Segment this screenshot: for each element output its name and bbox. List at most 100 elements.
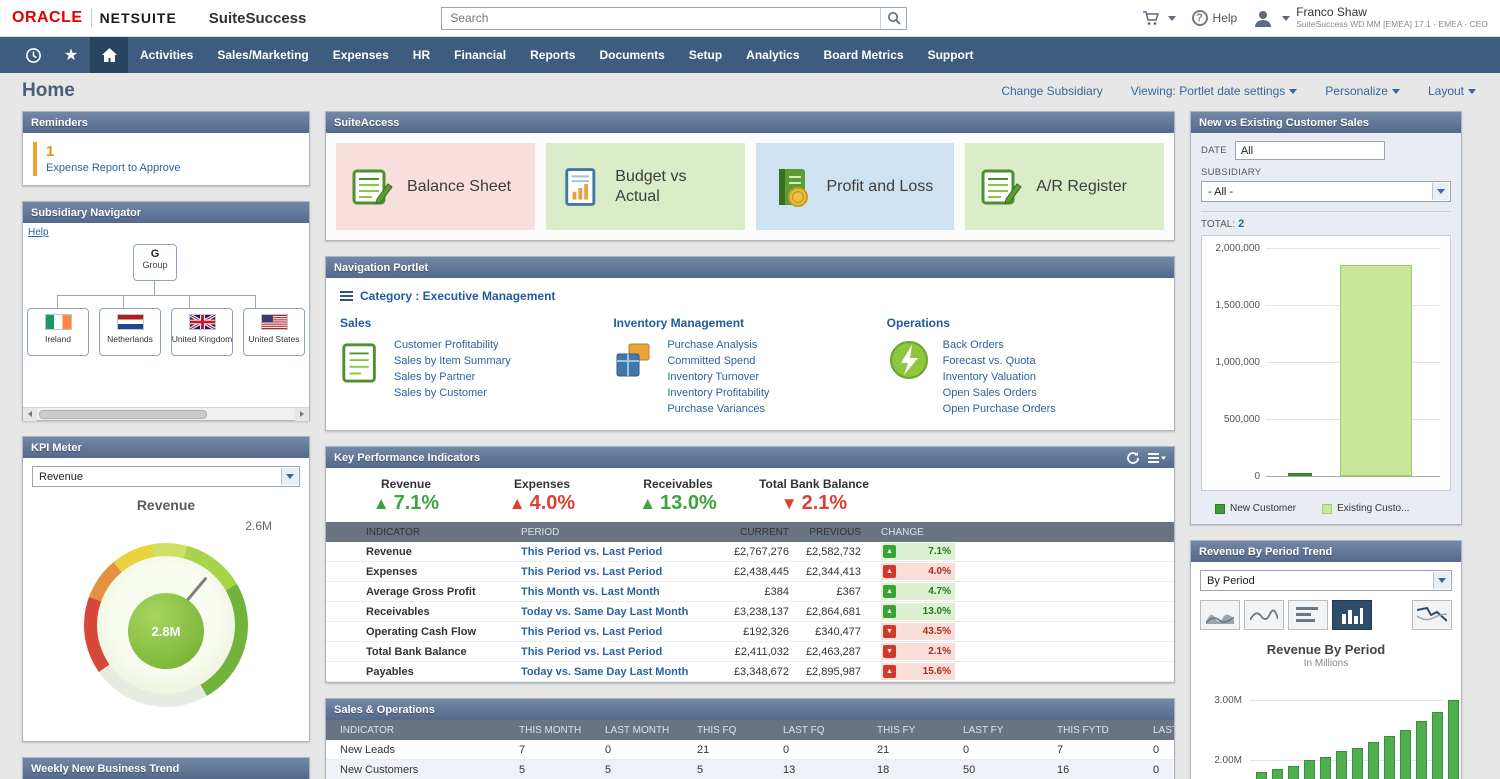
area-chart-type-icon[interactable] <box>1200 600 1240 630</box>
org-node-netherlands[interactable]: Netherlands <box>99 308 161 356</box>
subsidiary-label: SUBSIDIARY <box>1201 167 1451 178</box>
nav-analytics[interactable]: Analytics <box>734 37 811 73</box>
portlet-menu-icon[interactable] <box>1148 452 1166 464</box>
kpi-table-row: Operating Cash Flow This Period vs. Last… <box>326 622 1174 642</box>
caret-down-icon <box>1282 16 1290 21</box>
shortcuts-star-icon[interactable]: ★ <box>52 37 90 73</box>
category-selector[interactable]: Category : Executive Management <box>340 289 1160 303</box>
suiteaccess-header[interactable]: SuiteAccess <box>326 112 1174 133</box>
customer-sales-chart: 2,000,0001,500,0001,000,000500,0000 <box>1201 235 1451 491</box>
scroll-right-icon[interactable] <box>295 408 309 421</box>
link-purchase-variances[interactable]: Purchase Variances <box>667 402 769 417</box>
org-node-group[interactable]: G Group <box>133 244 177 281</box>
nav-financial[interactable]: Financial <box>442 37 518 73</box>
nav-sales-marketing[interactable]: Sales/Marketing <box>205 37 320 73</box>
help-button[interactable]: ? Help <box>1192 10 1238 26</box>
user-menu[interactable]: Franco Shaw SuiteSuccess WD MM [EMEA] 17… <box>1253 6 1488 30</box>
link-forecast-vs-quota[interactable]: Forecast vs. Quota <box>943 354 1056 369</box>
org-connector <box>57 295 58 308</box>
reminder-item[interactable]: 1 Expense Report to Approve <box>33 142 299 176</box>
nav-expenses[interactable]: Expenses <box>321 37 401 73</box>
kpi-meter-select[interactable]: Revenue <box>32 466 300 487</box>
reminders-portlet-header[interactable]: Reminders <box>23 112 309 133</box>
trend-bar <box>1416 721 1427 779</box>
kpi-summary-total-bank-balance[interactable]: Total Bank Balance ▼2.1% <box>746 477 882 515</box>
link-back-orders[interactable]: Back Orders <box>943 338 1056 353</box>
link-customer-profitability[interactable]: Customer Profitability <box>394 338 511 353</box>
new-vs-existing-header[interactable]: New vs Existing Customer Sales <box>1191 112 1461 133</box>
org-node-ireland[interactable]: Ireland <box>27 308 89 356</box>
weekly-trend-header[interactable]: Weekly New Business Trend <box>23 758 309 779</box>
link-inventory-profitability[interactable]: Inventory Profitability <box>667 386 769 401</box>
trend-arrow-icon: ▲ <box>373 495 390 512</box>
flag-us-icon <box>261 314 288 330</box>
recent-records-icon[interactable] <box>14 37 52 73</box>
scrollbar-thumb[interactable] <box>39 410 207 419</box>
tile-ar-register[interactable]: A/R Register <box>965 143 1164 230</box>
nav-documents[interactable]: Documents <box>587 37 676 73</box>
kpi-summary-receivables[interactable]: Receivables ▲13.0% <box>610 477 746 515</box>
cart-icon <box>1142 11 1160 26</box>
date-input[interactable] <box>1235 141 1385 160</box>
flag-ireland-icon <box>45 314 72 330</box>
personalize-link[interactable]: Personalize <box>1325 84 1400 98</box>
kpi-portlet-header[interactable]: Key Performance Indicators <box>326 447 1174 468</box>
nav-activities[interactable]: Activities <box>128 37 205 73</box>
tile-balance-sheet[interactable]: Balance Sheet <box>336 143 535 230</box>
hbar-chart-type-icon[interactable] <box>1288 600 1328 630</box>
link-inventory-turnover[interactable]: Inventory Turnover <box>667 370 769 385</box>
horizontal-scrollbar[interactable] <box>23 407 309 420</box>
viewing-settings-link[interactable]: Viewing: Portlet date settings <box>1131 84 1298 98</box>
refresh-icon[interactable] <box>1126 451 1140 465</box>
subsidiary-select[interactable]: - All - <box>1201 181 1451 202</box>
trend-line-type-icon[interactable] <box>1412 600 1452 630</box>
select-arrow-icon <box>1432 183 1449 200</box>
subsidiary-navigator-header[interactable]: Subsidiary Navigator <box>23 202 309 223</box>
link-committed-spend[interactable]: Committed Spend <box>667 354 769 369</box>
tile-budget-vs-actual[interactable]: Budget vs Actual <box>546 143 745 230</box>
nav-reports[interactable]: Reports <box>518 37 587 73</box>
gauge-value: 2.8M <box>128 593 204 669</box>
vbar-chart-type-icon[interactable] <box>1332 600 1372 630</box>
link-sales-by-item-summary[interactable]: Sales by Item Summary <box>394 354 511 369</box>
line-chart-type-icon[interactable] <box>1244 600 1284 630</box>
search-icon[interactable] <box>880 8 906 29</box>
suitesuccess-logo: SuiteSuccess <box>209 10 307 27</box>
revenue-trend-header[interactable]: Revenue By Period Trend <box>1191 541 1461 562</box>
trend-arrow-icon: ▲ <box>883 605 896 618</box>
kpi-summary-revenue[interactable]: Revenue ▲7.1% <box>338 477 474 515</box>
link-inventory-valuation[interactable]: Inventory Valuation <box>943 370 1056 385</box>
link-purchase-analysis[interactable]: Purchase Analysis <box>667 338 769 353</box>
kpi-meter-header[interactable]: KPI Meter <box>23 437 309 458</box>
change-subsidiary-link[interactable]: Change Subsidiary <box>1001 84 1102 98</box>
tile-profit-and-loss[interactable]: Profit and Loss <box>756 143 955 230</box>
total-value: 2 <box>1238 218 1244 230</box>
page-title: Home <box>22 80 75 102</box>
sales-operations-header[interactable]: Sales & Operations <box>326 699 1174 720</box>
role-switcher-button[interactable] <box>1142 11 1176 26</box>
search-input[interactable] <box>442 8 880 29</box>
link-sales-by-partner[interactable]: Sales by Partner <box>394 370 511 385</box>
nav-board-metrics[interactable]: Board Metrics <box>812 37 916 73</box>
link-sales-by-customer[interactable]: Sales by Customer <box>394 386 511 401</box>
navigation-portlet-header[interactable]: Navigation Portlet <box>326 257 1174 278</box>
reminder-link[interactable]: Expense Report to Approve <box>46 162 299 174</box>
scroll-left-icon[interactable] <box>23 408 37 421</box>
help-link[interactable]: Help <box>28 227 49 238</box>
org-node-united-kingdom[interactable]: United Kingdom <box>171 308 233 356</box>
link-open-sales-orders[interactable]: Open Sales Orders <box>943 386 1056 401</box>
trend-period-select[interactable]: By Period <box>1200 570 1452 591</box>
ledger-icon <box>350 165 394 209</box>
home-tab[interactable] <box>90 37 128 73</box>
trend-bar <box>1288 766 1299 779</box>
trend-bar <box>1352 748 1363 779</box>
link-open-purchase-orders[interactable]: Open Purchase Orders <box>943 402 1056 417</box>
nav-setup[interactable]: Setup <box>677 37 734 73</box>
kpi-summary-expenses[interactable]: Expenses ▲4.0% <box>474 477 610 515</box>
kpi-table-row: Revenue This Period vs. Last Period £2,7… <box>326 542 1174 562</box>
org-node-united-states[interactable]: United States <box>243 308 305 356</box>
layout-link[interactable]: Layout <box>1428 84 1476 98</box>
nav-support[interactable]: Support <box>916 37 986 73</box>
group-inventory-management: Inventory Management Purchase Analysis C… <box>613 316 886 417</box>
nav-hr[interactable]: HR <box>401 37 442 73</box>
